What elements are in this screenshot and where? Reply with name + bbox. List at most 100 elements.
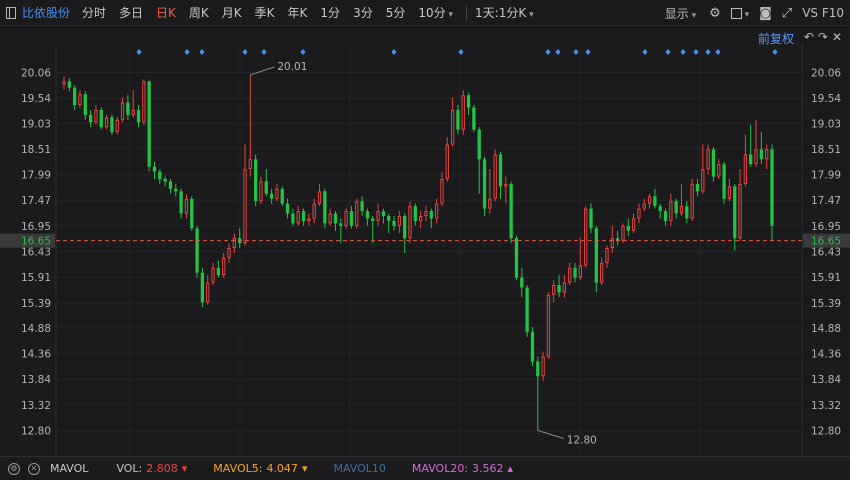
candle-body xyxy=(168,181,173,189)
candle xyxy=(493,149,497,202)
candle-body xyxy=(307,218,311,221)
candle-body xyxy=(530,331,535,362)
y-tick-label-right: 12.80 xyxy=(811,426,841,438)
close-circle-icon[interactable]: ✕ xyxy=(28,462,40,475)
candle-body xyxy=(477,129,481,160)
chart-grid xyxy=(55,44,803,456)
low-price-label: 12.80 xyxy=(567,435,597,447)
candle xyxy=(94,105,98,125)
candle-body xyxy=(179,191,183,214)
y-tick-label-right: 13.84 xyxy=(811,374,841,386)
candle-body xyxy=(259,181,263,202)
indicator-name[interactable]: MAVOL xyxy=(50,462,88,475)
candle xyxy=(72,85,77,110)
candle xyxy=(610,225,614,253)
candle-body xyxy=(584,208,588,266)
candle-body xyxy=(626,225,630,231)
candle xyxy=(530,326,535,367)
candle xyxy=(717,159,721,180)
candle-body xyxy=(269,193,274,199)
y-tick-label-left: 18.51 xyxy=(21,144,51,156)
y-tick-label-left: 15.91 xyxy=(21,272,51,284)
candle-body xyxy=(126,102,130,115)
candle-body xyxy=(232,238,236,249)
candle-body xyxy=(525,287,529,332)
candle-body xyxy=(142,81,146,123)
candle xyxy=(536,356,540,431)
candle xyxy=(184,193,189,219)
event-marker-icon xyxy=(772,49,778,55)
candle xyxy=(110,114,114,135)
candle xyxy=(280,186,284,207)
candle-body xyxy=(88,114,93,123)
candle xyxy=(695,179,700,197)
candle xyxy=(190,196,194,231)
candle xyxy=(147,80,151,172)
candle xyxy=(434,198,439,224)
candle-body xyxy=(275,188,279,199)
candle xyxy=(243,144,247,246)
candle-body xyxy=(339,223,343,226)
candle-body xyxy=(110,117,114,133)
candle xyxy=(120,97,125,123)
candle-body xyxy=(541,356,545,377)
candle-body xyxy=(557,285,561,293)
candle xyxy=(738,169,742,241)
candle-body xyxy=(360,201,364,212)
candle-body xyxy=(94,109,98,123)
candle xyxy=(525,285,529,337)
candle-body xyxy=(514,238,519,278)
candle xyxy=(381,208,386,224)
candle xyxy=(253,154,258,207)
candle xyxy=(216,260,221,278)
candle-body xyxy=(424,211,428,216)
candle-body xyxy=(546,294,551,357)
kline-chart[interactable]: 20.06 19.54 19.03 18.51 17.99 17.47 16.95 16.43… xyxy=(0,0,850,456)
candle-body xyxy=(381,211,386,216)
candle xyxy=(126,95,130,120)
candle-body xyxy=(759,149,764,160)
candle-body xyxy=(158,171,162,180)
vol-label: VOL: xyxy=(116,462,143,475)
gear-icon[interactable]: ⚙ xyxy=(8,462,20,475)
candle xyxy=(504,176,508,204)
candle-body xyxy=(333,213,338,224)
candle-body xyxy=(397,215,402,226)
candle-body xyxy=(717,164,721,177)
event-markers xyxy=(136,49,778,55)
current-price-label-right: 16.65 xyxy=(811,236,841,248)
y-tick-label-left: 19.54 xyxy=(21,93,51,105)
y-tick-label-right: 16.95 xyxy=(811,221,841,233)
candle xyxy=(477,127,481,194)
event-marker-icon xyxy=(300,49,306,55)
candle xyxy=(759,132,764,165)
candle xyxy=(408,201,412,244)
event-marker-icon xyxy=(242,49,248,55)
candle xyxy=(232,233,236,253)
candle-body xyxy=(211,267,215,283)
y-tick-label-right: 16.43 xyxy=(811,247,841,259)
candle xyxy=(568,262,572,286)
vol-arrow-icon: ▾ xyxy=(181,462,188,475)
candle xyxy=(392,215,396,231)
candle xyxy=(727,179,732,202)
y-tick-label-right: 20.06 xyxy=(811,68,841,80)
candle-body xyxy=(456,109,460,130)
candle xyxy=(376,203,380,226)
mavol5-arrow-icon: ▾ xyxy=(301,462,308,475)
mavol10-label: MAVOL10 xyxy=(333,462,386,475)
candle-body xyxy=(206,282,210,303)
candle xyxy=(403,213,407,253)
candle-body xyxy=(754,149,758,165)
event-marker-icon xyxy=(705,49,711,55)
candle-body xyxy=(685,206,689,219)
candle xyxy=(195,225,199,278)
candle xyxy=(600,257,604,286)
candle xyxy=(211,262,215,286)
candle-body xyxy=(243,169,247,244)
mavol20-value: 3.562 xyxy=(472,462,504,475)
candle xyxy=(312,198,316,224)
high-price-label: 20.01 xyxy=(277,61,307,73)
low-leader-line xyxy=(537,430,564,439)
candle xyxy=(264,169,268,197)
